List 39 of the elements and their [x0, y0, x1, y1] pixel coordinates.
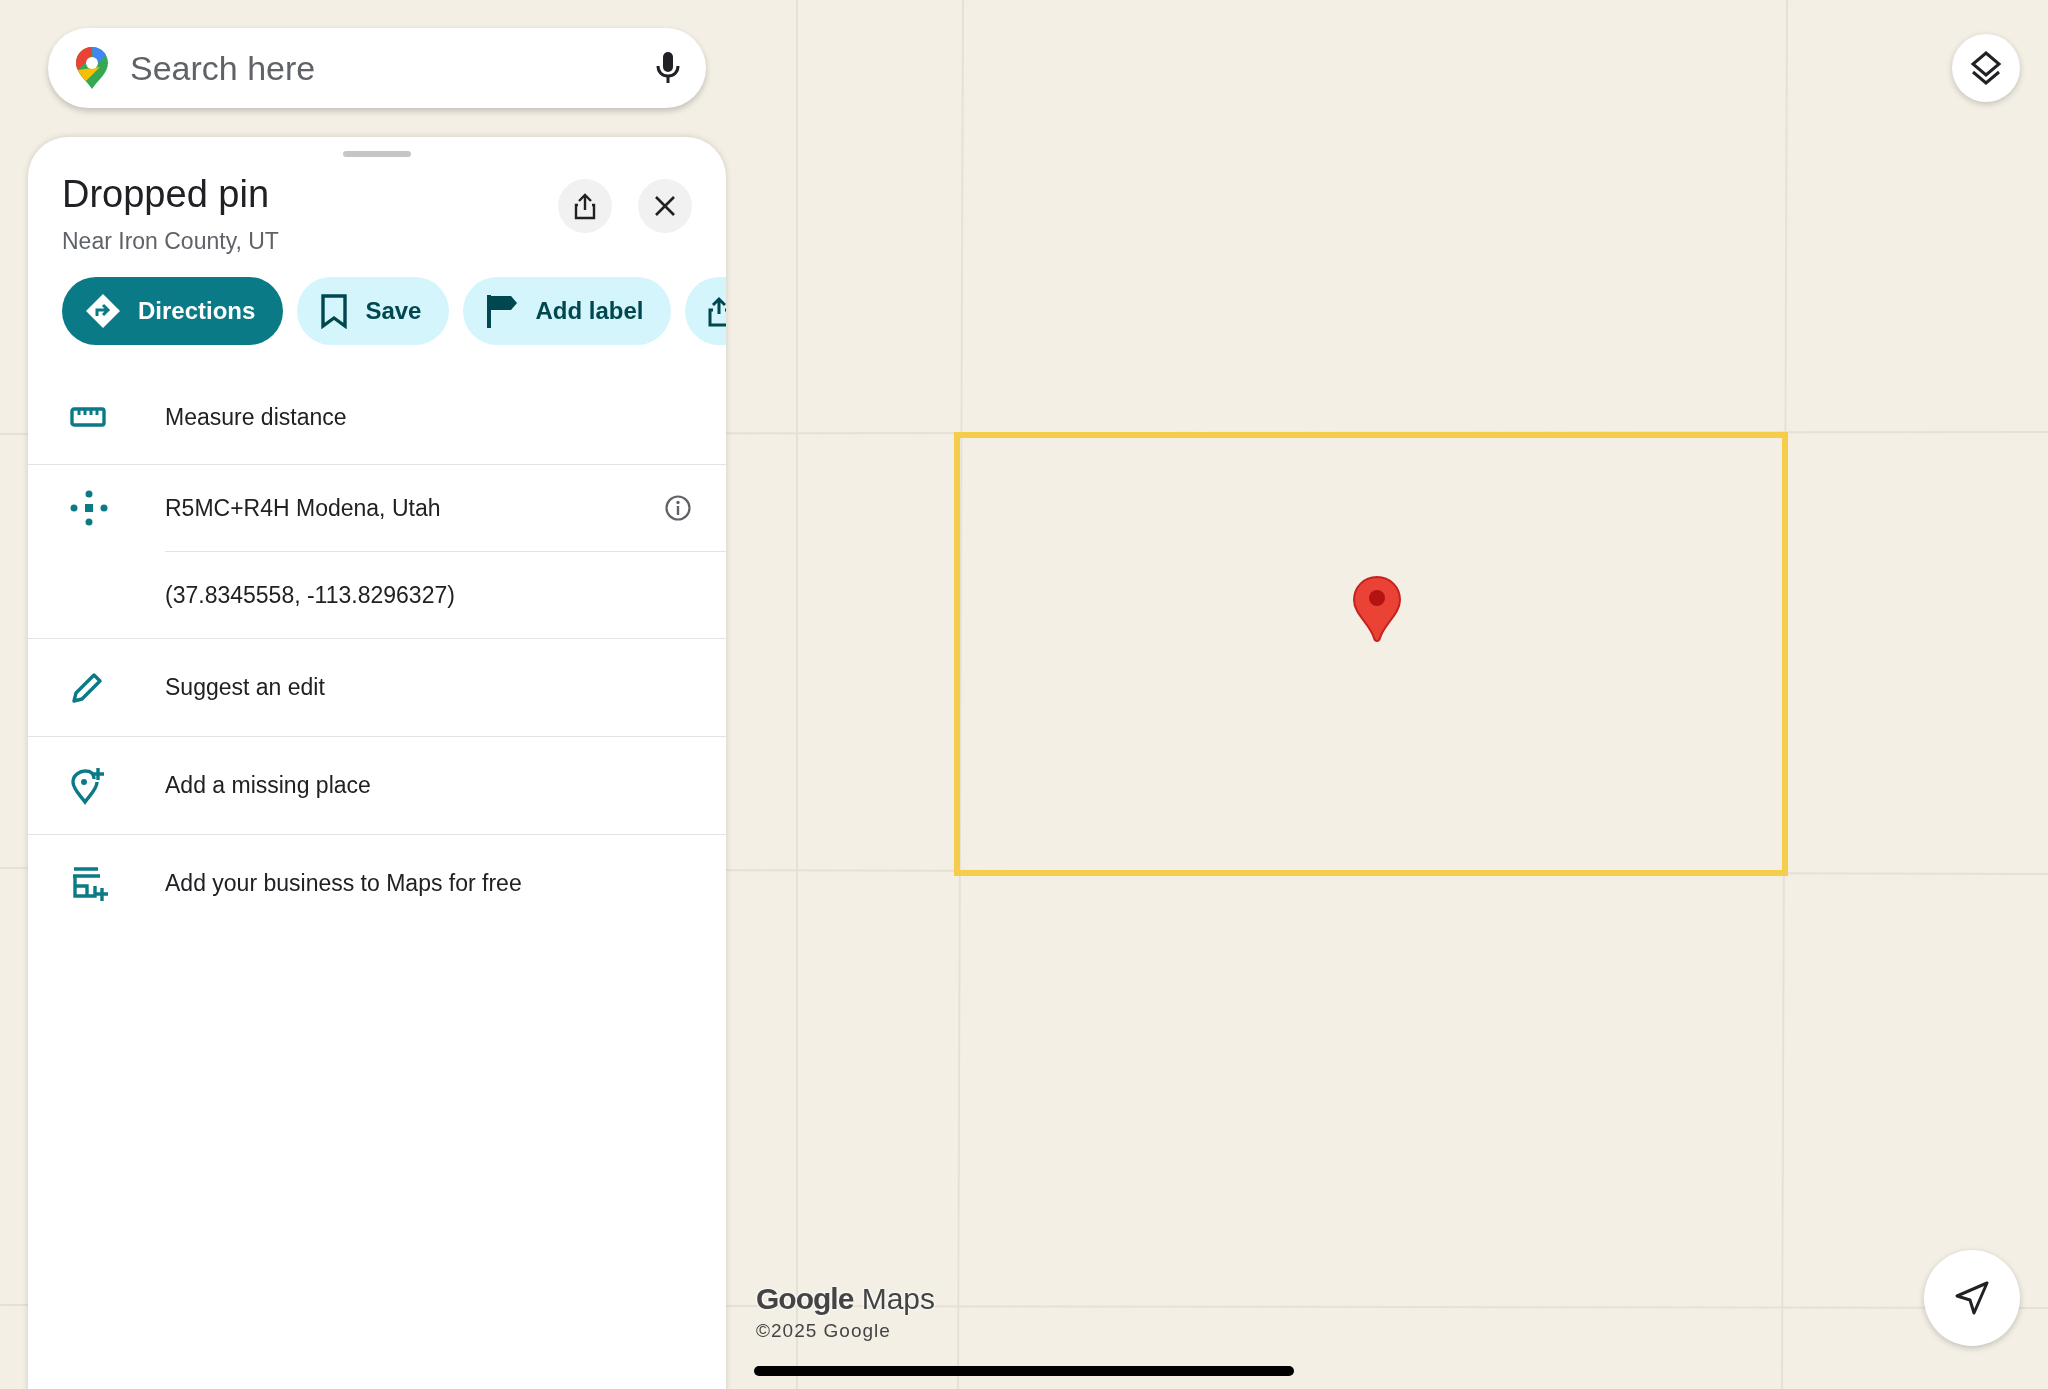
- logo-text: Google: [756, 1282, 854, 1315]
- search-field[interactable]: Search here: [128, 47, 636, 89]
- logo-product-text: Maps: [861, 1282, 936, 1315]
- share-icon: [573, 192, 597, 220]
- pencil-icon: [70, 670, 104, 705]
- item-label: Measure distance: [165, 403, 348, 431]
- info-icon[interactable]: [664, 494, 692, 522]
- place-subtitle: Near Iron County, UT: [62, 228, 280, 255]
- item-label: R5MC+R4H Modena, Utah: [165, 494, 442, 522]
- copyright-text: ©2025 Google: [756, 1320, 892, 1342]
- directions-icon: [84, 292, 122, 330]
- item-label: Add a missing place: [165, 772, 372, 799]
- dots-icon: [70, 489, 108, 527]
- place-title: Dropped pin: [62, 173, 271, 216]
- list-item[interactable]: Add your business to Maps for free: [28, 835, 726, 932]
- action-chip[interactable]: Add label: [463, 277, 672, 345]
- close-icon: [654, 195, 676, 217]
- map-pin-icon: [1351, 575, 1403, 643]
- list-item[interactable]: Measure distance: [28, 370, 726, 465]
- storefront-add-icon: [70, 865, 110, 902]
- ruler-icon: [70, 406, 106, 428]
- add-location-icon: [70, 765, 106, 806]
- list-item[interactable]: R5MC+R4H Modena, Utah (37.8345558, -113.8296327): [28, 465, 726, 639]
- microphone-icon[interactable]: [654, 50, 682, 86]
- search-bar[interactable]: Search here: [48, 28, 706, 108]
- navigation-arrow-icon: [1954, 1280, 1990, 1316]
- bookmark-icon: [319, 293, 350, 329]
- flag-icon: [485, 293, 520, 329]
- list-item[interactable]: Suggest an edit: [28, 639, 726, 737]
- map-pin-logo-icon: [74, 45, 110, 91]
- drag-handle[interactable]: [343, 151, 411, 157]
- action-chip[interactable]: Save: [297, 277, 450, 345]
- action-chip[interactable]: Directions: [62, 277, 284, 345]
- list-item[interactable]: Add a missing place: [28, 737, 726, 835]
- layers-icon: [1969, 50, 2003, 86]
- coordinates-text: (37.8345558, -113.8296327): [165, 581, 456, 609]
- item-label: Add your business to Maps for free: [165, 870, 523, 897]
- share-icon: [707, 294, 726, 328]
- item-label: Suggest an edit: [165, 674, 326, 701]
